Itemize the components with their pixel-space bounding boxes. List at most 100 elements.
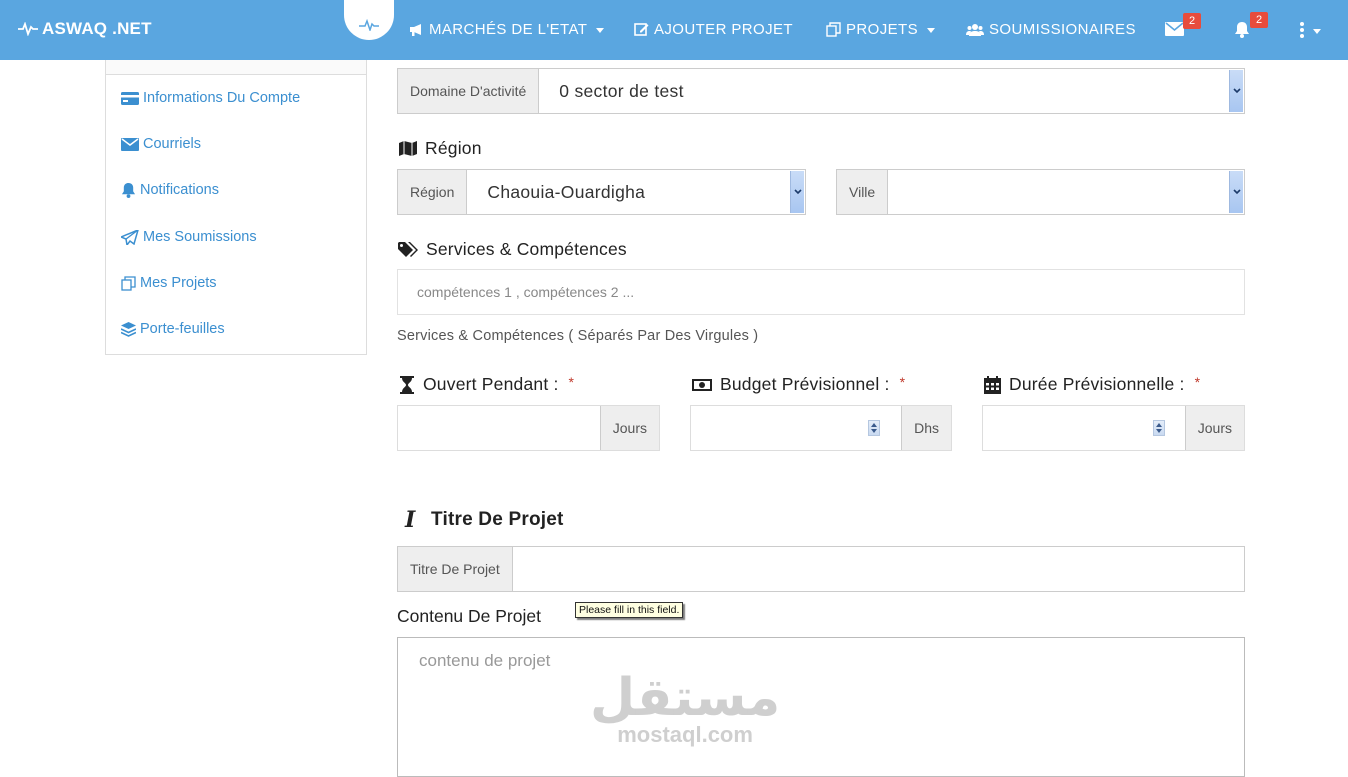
sidebar-item-account-info[interactable]: Informations Du Compte	[121, 90, 300, 106]
nav-marches-etat[interactable]: MARCHÉS DE L'ETAT	[409, 21, 605, 38]
more-vertical-icon	[1300, 22, 1304, 38]
domaine-selected-value: 0 sector de test	[559, 80, 684, 101]
contenu-heading: Contenu De Projet	[397, 606, 541, 626]
sidebar-item-label: Courriels	[143, 136, 202, 152]
budget-label-text: Budget Prévisionnel :	[720, 374, 890, 394]
region-select[interactable]: Chaouia-Ouardigha	[467, 170, 805, 214]
titre-addon: Titre De Projet	[398, 547, 513, 591]
bell-icon	[1235, 22, 1249, 38]
number-spinner[interactable]	[1153, 420, 1165, 436]
chevron-down-icon	[790, 171, 804, 213]
nav-projets[interactable]: PROJETS	[826, 21, 935, 38]
spin-up-icon	[871, 423, 877, 427]
calendar-icon	[984, 375, 1001, 394]
paper-plane-icon	[121, 229, 139, 245]
number-spinner[interactable]	[868, 420, 880, 436]
region-selected-value: Chaouia-Ouardigha	[487, 181, 646, 202]
brand-name: ASWAQ .NET	[42, 19, 152, 38]
nav-soumissionaires-label: SOUMISSIONAIRES	[989, 21, 1136, 38]
validation-tooltip: Please fill in this field.	[575, 602, 684, 618]
services-placeholder: compétences 1 , compétences 2 ...	[417, 284, 635, 300]
budget-unit: Dhs	[901, 406, 951, 450]
sidebar-item-label: Mes Projets	[140, 275, 217, 291]
copy-icon	[121, 275, 136, 291]
contenu-textarea[interactable]: contenu de projet	[397, 637, 1245, 777]
required-marker: *	[568, 374, 575, 390]
sidebar-item-soumissions[interactable]: Mes Soumissions	[121, 229, 257, 245]
caret-down-icon	[1313, 28, 1321, 34]
sidebar-item-label: Notifications	[140, 182, 219, 198]
sidebar-item-label: Porte-feuilles	[140, 321, 225, 337]
watermark-logo: مستقل mostaql.com	[590, 672, 780, 746]
mail-button[interactable]: 2	[1165, 13, 1202, 41]
sidebar-item-projets[interactable]: Mes Projets	[121, 275, 217, 291]
spin-down-icon	[1156, 429, 1162, 433]
spin-up-icon	[1156, 423, 1162, 427]
tags-icon	[398, 241, 418, 257]
sidebar-item-label: Informations Du Compte	[143, 90, 301, 106]
users-icon	[966, 24, 984, 36]
nav-soumissionaires[interactable]: SOUMISSIONAIRES	[966, 21, 1136, 38]
required-marker: *	[1194, 374, 1201, 390]
sidebar-item-courriels[interactable]: Courriels	[121, 136, 201, 152]
sidebar-header	[106, 60, 366, 75]
edit-icon	[634, 23, 649, 36]
duree-label-text: Durée Prévisionnelle :	[1009, 374, 1185, 394]
services-heading-text: Services & Compétences	[426, 239, 627, 259]
ouvert-group: Jours	[397, 405, 660, 451]
notifications-button[interactable]: 2	[1234, 12, 1269, 43]
ouvert-label-text: Ouvert Pendant :	[423, 374, 559, 394]
nav-projets-label: PROJETS	[846, 21, 918, 38]
titre-heading: I Titre De Projet	[405, 507, 564, 533]
ouvert-label: Ouvert Pendant : *	[399, 374, 574, 395]
more-menu-button[interactable]	[1299, 22, 1321, 38]
money-icon	[692, 378, 712, 391]
nav-marches-label: MARCHÉS DE L'ETAT	[429, 21, 588, 38]
region-addon: Région	[398, 170, 468, 214]
ville-group: Ville	[836, 169, 1245, 215]
domaine-group: Domaine D'activité 0 sector de test	[397, 68, 1245, 114]
contenu-placeholder: contenu de projet	[419, 651, 551, 670]
sidebar-item-porte-feuilles[interactable]: Porte-feuilles	[121, 321, 225, 337]
ouvert-unit: Jours	[599, 406, 659, 450]
budget-group: Dhs	[690, 405, 952, 451]
duree-input[interactable]	[983, 406, 1185, 450]
region-group: Région Chaouia-Ouardigha	[397, 169, 806, 215]
sidebar-item-notifications[interactable]: Notifications	[121, 182, 219, 198]
notification-count-badge: 2	[1250, 12, 1269, 28]
sidebar-item-label: Mes Soumissions	[143, 229, 257, 245]
account-sidebar: Informations Du Compte Courriels Notific…	[105, 60, 367, 355]
copy-icon	[826, 22, 841, 37]
services-group: compétences 1 , compétences 2 ...	[397, 269, 1245, 315]
region-heading: Région	[399, 138, 482, 159]
duree-unit: Jours	[1184, 406, 1244, 450]
pulse-icon	[18, 22, 38, 36]
bell-icon	[121, 182, 136, 198]
megaphone-icon	[410, 24, 421, 36]
titre-input[interactable]	[513, 547, 1244, 591]
duree-group: Jours	[982, 405, 1245, 451]
titre-group: Titre De Projet	[397, 546, 1245, 592]
budget-label: Budget Prévisionnel : *	[692, 374, 905, 395]
chevron-down-icon	[1229, 171, 1243, 213]
ouvert-input[interactable]	[398, 406, 600, 450]
titre-heading-text: Titre De Projet	[431, 509, 564, 530]
services-help-text: Services & Compétences ( Séparés Par Des…	[397, 328, 759, 344]
watermark-arabic: مستقل	[590, 668, 781, 728]
budget-input[interactable]	[691, 406, 901, 450]
brand-link[interactable]: ASWAQ .NET	[18, 19, 152, 39]
required-marker: *	[899, 374, 906, 390]
logo-badge[interactable]	[344, 0, 394, 40]
map-icon	[399, 141, 417, 156]
domaine-addon: Domaine D'activité	[398, 69, 540, 113]
services-input[interactable]: compétences 1 , compétences 2 ...	[398, 270, 1244, 314]
top-navbar: ASWAQ .NET MARCHÉS DE L'ETAT AJOUTER PRO…	[0, 0, 1348, 60]
caret-down-icon	[596, 28, 605, 33]
hourglass-icon	[400, 375, 414, 394]
domaine-select[interactable]: 0 sector de test	[539, 69, 1244, 113]
credit-card-icon	[121, 91, 139, 105]
nav-ajouter-projet[interactable]: AJOUTER PROJET	[634, 21, 793, 38]
ville-select[interactable]	[888, 170, 1244, 214]
envelope-icon	[1165, 22, 1184, 36]
italic-icon: I	[405, 507, 416, 533]
